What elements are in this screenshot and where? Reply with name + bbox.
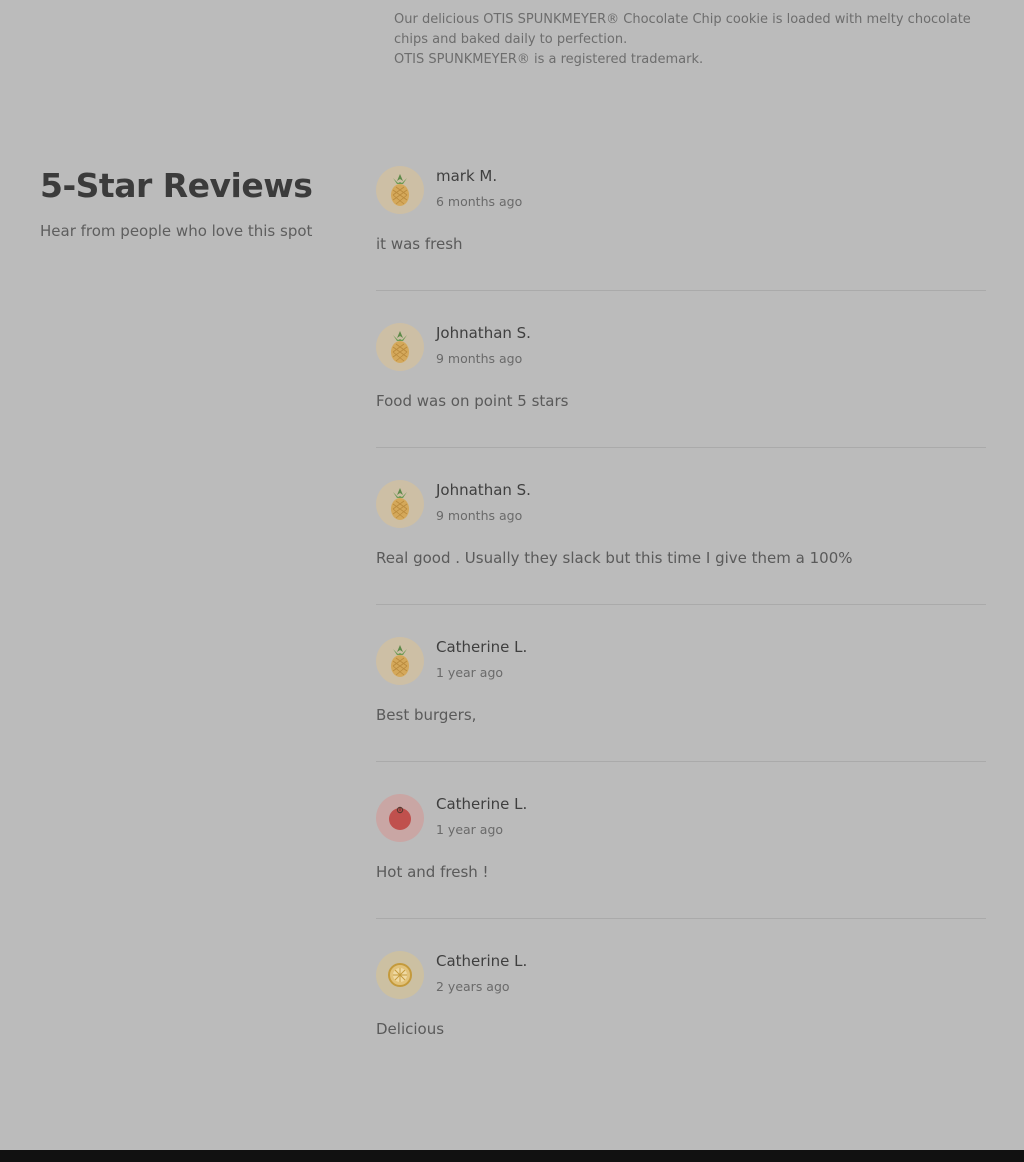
review-item: mark M. 6 months ago it was fresh bbox=[376, 166, 986, 323]
review-item: Johnathan S. 9 months ago Food was on po… bbox=[376, 323, 986, 480]
reviewer-name: Catherine L. bbox=[436, 638, 528, 656]
pineapple-icon bbox=[376, 637, 424, 685]
reviews-subtitle: Hear from people who love this spot bbox=[40, 222, 313, 240]
product-description-block: $2.00 Our delicious OTIS SPUNKMEYER® Cho… bbox=[394, 10, 974, 70]
review-divider bbox=[376, 918, 986, 919]
review-time: 1 year ago bbox=[436, 822, 504, 837]
review-time: 2 years ago bbox=[436, 979, 510, 994]
reviewer-name: Johnathan S. bbox=[436, 481, 531, 499]
product-description: Our delicious OTIS SPUNKMEYER® Chocolate… bbox=[394, 12, 971, 47]
pineapple-icon bbox=[376, 480, 424, 528]
review-text: Hot and fresh ! bbox=[376, 863, 489, 881]
reviewer-name: mark M. bbox=[436, 167, 498, 185]
review-text: Delicious bbox=[376, 1020, 445, 1038]
review-item: Catherine L. 2 years ago Delicious bbox=[376, 951, 986, 1108]
footer-bar bbox=[0, 1150, 1024, 1162]
review-divider bbox=[376, 290, 986, 291]
review-divider bbox=[376, 604, 986, 605]
lemon-icon bbox=[376, 951, 424, 999]
review-time: 9 months ago bbox=[436, 508, 523, 523]
review-time: 9 months ago bbox=[436, 351, 523, 366]
review-text: Food was on point 5 stars bbox=[376, 392, 569, 410]
pineapple-icon bbox=[376, 166, 424, 214]
review-time: 6 months ago bbox=[436, 194, 523, 209]
apple-icon bbox=[376, 794, 424, 842]
reviewer-name: Catherine L. bbox=[436, 795, 528, 813]
review-item: Catherine L. 1 year ago Hot and fresh ! bbox=[376, 794, 986, 951]
review-list: mark M. 6 months ago it was fresh Johnat… bbox=[376, 166, 986, 1108]
review-text: Real good . Usually they slack but this … bbox=[376, 549, 853, 567]
review-divider bbox=[376, 447, 986, 448]
reviews-title: 5-Star Reviews bbox=[40, 166, 313, 205]
product-trademark: OTIS SPUNKMEYER® is a registered tradema… bbox=[394, 52, 704, 67]
pineapple-icon bbox=[376, 323, 424, 371]
review-item: Catherine L. 1 year ago Best burgers, bbox=[376, 637, 986, 794]
review-item: Johnathan S. 9 months ago Real good . Us… bbox=[376, 480, 986, 637]
review-text: Best burgers, bbox=[376, 706, 477, 724]
reviewer-name: Johnathan S. bbox=[436, 324, 531, 342]
review-time: 1 year ago bbox=[436, 665, 504, 680]
review-text: it was fresh bbox=[376, 235, 463, 253]
reviewer-name: Catherine L. bbox=[436, 952, 528, 970]
review-divider bbox=[376, 761, 986, 762]
